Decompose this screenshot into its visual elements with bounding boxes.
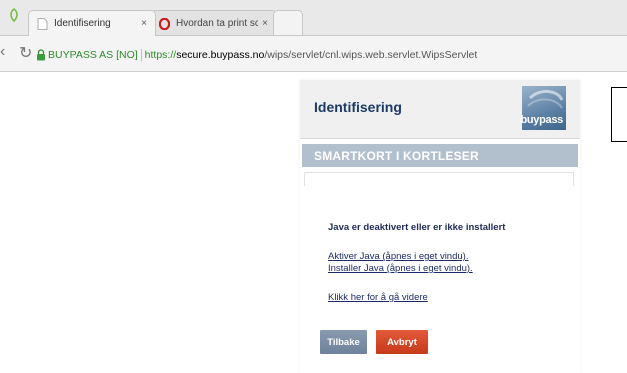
activate-java-link[interactable]: Aktiver Java (åpnes i eget vindu). <box>328 251 468 262</box>
tab-title: Hvordan ta print screen på <box>176 18 259 29</box>
address-bar[interactable]: BUYPASS AS [NO] https:// secure.buypass.… <box>36 46 627 64</box>
close-tab-icon[interactable]: × <box>262 18 268 29</box>
tab-identifisering[interactable]: Identifisering × <box>28 10 156 36</box>
tab-strip: Identifisering × Hvordan ta print screen… <box>0 0 627 36</box>
back-arrow-icon[interactable]: ‹ <box>0 43 5 61</box>
page-icon <box>37 17 48 30</box>
identification-panel: Identifisering buypass SMARTKORT I KORTL… <box>300 80 580 373</box>
opera-icon <box>159 17 170 30</box>
cancel-button[interactable]: Avbryt <box>376 330 428 354</box>
browser-toolbar: ‹ ↻ BUYPASS AS [NO] https:// secure.buyp… <box>0 36 627 72</box>
section-header: SMARTKORT I KORTLESER <box>302 144 578 167</box>
page-title: Identifisering <box>314 99 402 115</box>
java-status-message: Java er deaktivert eller er ikke install… <box>328 222 506 233</box>
logo-text: buypass <box>520 114 563 126</box>
install-java-link[interactable]: Installer Java (åpnes i eget vindu). <box>328 263 473 274</box>
content-frame <box>304 172 574 186</box>
new-tab-button[interactable] <box>273 10 303 36</box>
side-box <box>611 87 627 142</box>
url-scheme: https:// <box>144 49 177 61</box>
buypass-logo: buypass <box>520 86 566 130</box>
browser-menu-icon[interactable] <box>8 8 20 22</box>
ev-certificate-label[interactable]: BUYPASS AS [NO] <box>48 49 142 61</box>
section-title: SMARTKORT I KORTLESER <box>314 149 479 163</box>
url-host: secure.buypass.no <box>176 49 265 61</box>
lock-icon <box>37 49 45 61</box>
reload-icon[interactable]: ↻ <box>19 43 32 63</box>
tab-title: Identifisering <box>54 18 111 29</box>
continue-link[interactable]: Klikk her for å gå videre <box>328 292 428 303</box>
back-button[interactable]: Tilbake <box>320 330 367 354</box>
close-tab-icon[interactable]: × <box>141 18 147 29</box>
url-path: /wips/servlet/cnl.wips.web.servlet.WipsS… <box>264 49 478 61</box>
panel-header: Identifisering buypass <box>300 80 580 139</box>
tab-hvordan-ta-print-screen[interactable]: Hvordan ta print screen på × <box>150 10 277 36</box>
